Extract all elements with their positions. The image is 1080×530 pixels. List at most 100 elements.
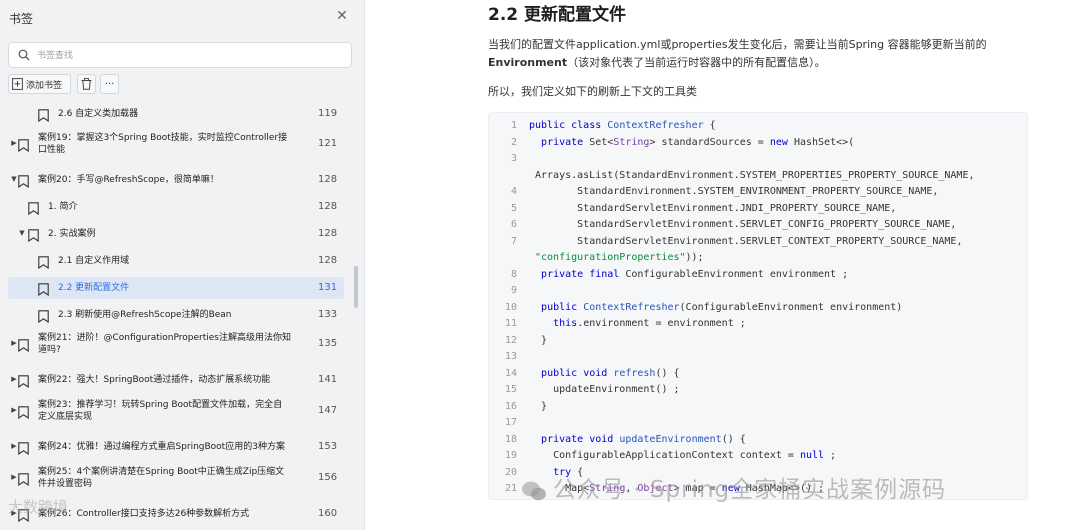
bookmark-item[interactable]: ▼ 案例20：手写@RefreshScope，很简单嘛！ 128 bbox=[8, 169, 344, 191]
bookmark-label-line: 口性能 bbox=[38, 145, 66, 155]
bookmark-page-number: 119 bbox=[318, 108, 338, 119]
bookmark-page-number: 128 bbox=[318, 228, 338, 239]
code-line-number: 20 bbox=[504, 466, 517, 478]
delete-bookmark-button[interactable] bbox=[77, 74, 96, 94]
bookmark-item[interactable]: ▶ 案例21：进阶！@ConfigurationProperties注解高级用法你… bbox=[8, 329, 344, 359]
bookmark-icon bbox=[18, 404, 29, 420]
bookmark-icon bbox=[18, 440, 29, 456]
bookmark-label: 案例20：手写@RefreshScope，很简单嘛！ bbox=[38, 175, 219, 185]
code-line: StandardEnvironment.SYSTEM_ENVIRONMENT_P… bbox=[529, 186, 939, 197]
chevron-down-icon[interactable]: ▼ bbox=[10, 175, 18, 183]
bookmark-item[interactable]: 2.2 更新配置文件 131 bbox=[8, 277, 344, 299]
bookmark-label-line: 件并设置密码 bbox=[38, 479, 93, 489]
bookmark-page-number: 141 bbox=[318, 374, 338, 385]
bookmark-item[interactable]: 1. 简介 128 bbox=[8, 196, 344, 218]
bookmark-item[interactable]: ▶ 案例24：优雅！通过编程方式重启SpringBoot应用的3种方案 153 bbox=[8, 436, 344, 458]
paragraph-line: Environment（该对象代表了当前运行时容器中的所有配置信息）。 bbox=[488, 54, 826, 70]
code-line-number: 1 bbox=[510, 120, 517, 131]
chevron-right-icon[interactable]: ▶ bbox=[10, 139, 18, 147]
bookmark-page-number: 147 bbox=[318, 405, 338, 416]
bookmark-label: 案例21：进阶！@ConfigurationProperties注解高级用法你知… bbox=[38, 332, 291, 356]
code-line: private void updateEnvironment() { bbox=[541, 433, 746, 445]
sidebar-scrollbar[interactable] bbox=[354, 266, 358, 308]
code-line-number: 12 bbox=[504, 334, 517, 346]
sidebar-title: 书签 bbox=[9, 12, 34, 26]
watermark-text: 公众号 · Spring全家桶实战案例源码 bbox=[553, 477, 947, 503]
document-page: 2.2 更新配置文件 当我们的配置文件application.yml或prope… bbox=[366, 0, 1080, 530]
trash-icon bbox=[81, 78, 92, 90]
code-line-number: 18 bbox=[504, 433, 517, 445]
watermark: 公众号 · Spring全家桶实战案例源码 bbox=[521, 470, 946, 504]
more-icon[interactable]: ··· bbox=[100, 74, 119, 94]
code-line: private final ConfigurableEnvironment en… bbox=[541, 268, 849, 280]
bookmark-label-line: 案例23：推荐学习！玩转Spring Boot配置文件加载，完全自 bbox=[38, 400, 283, 410]
code-line-number: 6 bbox=[510, 219, 517, 230]
bookmark-page-number: 128 bbox=[318, 174, 338, 185]
bookmark-label: 1. 简介 bbox=[48, 202, 78, 212]
chevron-right-icon[interactable]: ▶ bbox=[10, 406, 18, 414]
code-line-number: 11 bbox=[504, 318, 517, 329]
bookmark-search-box[interactable] bbox=[8, 42, 352, 68]
bookmark-icon bbox=[18, 173, 29, 189]
bookmark-add-icon bbox=[12, 78, 23, 90]
bookmark-icon bbox=[18, 471, 29, 487]
bookmark-icon bbox=[28, 227, 39, 243]
bookmark-label: 2.3 刷新使用@RefreshScope注解的Bean bbox=[58, 310, 232, 320]
bookmark-label-line: 道吗? bbox=[38, 345, 61, 355]
wechat-icon bbox=[522, 481, 546, 500]
bookmark-icon bbox=[38, 107, 49, 123]
bookmark-item[interactable]: ▼ 2. 实战案例 128 bbox=[8, 223, 344, 245]
bookmark-item[interactable]: ▶ 案例25：4个案例讲清楚在Spring Boot中正确生成Zip压缩文 件并设置… bbox=[8, 463, 344, 493]
paragraph-line: 当我们的配置文件application.yml或properties发生变化后，… bbox=[488, 38, 987, 51]
code-line: StandardServletEnvironment.JNDI_PROPERTY… bbox=[529, 202, 897, 214]
bold-term: Environment bbox=[488, 56, 568, 69]
code-line-number: 7 bbox=[510, 235, 517, 247]
bookmark-item[interactable]: 2.3 刷新使用@RefreshScope注解的Bean 133 bbox=[8, 304, 344, 326]
code-line-number: 19 bbox=[504, 450, 517, 461]
bookmark-page-number: 121 bbox=[318, 138, 338, 149]
bookmark-label: 案例22：强大！SpringBoot通过插件，动态扩展系统功能 bbox=[38, 375, 271, 385]
code-line-number: 8 bbox=[510, 268, 517, 280]
chevron-right-icon[interactable]: ▶ bbox=[10, 339, 18, 347]
bookmark-label: 2.2 更新配置文件 bbox=[58, 283, 130, 293]
bookmark-icon bbox=[38, 281, 49, 297]
code-line-number: 4 bbox=[510, 186, 517, 197]
chevron-right-icon[interactable]: ▶ bbox=[10, 473, 18, 481]
bookmark-item[interactable]: ▶ 案例19：掌握这3个Spring Boot技能，实时监控Controller接… bbox=[8, 129, 344, 159]
code-line-number: 10 bbox=[504, 301, 517, 313]
bookmark-label-line: 案例21：进阶！@ConfigurationProperties注解高级用法你知 bbox=[38, 333, 291, 343]
add-bookmark-label: 添加书签 bbox=[26, 80, 63, 91]
bookmark-label: 案例19：掌握这3个Spring Boot技能，实时监控Controller接口… bbox=[38, 132, 287, 156]
bookmark-item[interactable]: ▶ 案例22：强大！SpringBoot通过插件，动态扩展系统功能 141 bbox=[8, 369, 344, 391]
add-bookmark-button[interactable]: 添加书签 bbox=[8, 74, 71, 94]
bookmark-search-input[interactable] bbox=[37, 47, 337, 64]
paragraph: 所以，我们定义如下的刷新上下文的工具类 bbox=[488, 85, 697, 98]
bookmark-item[interactable]: 2.6 自定义类加载器 119 bbox=[8, 103, 344, 125]
code-line: public void refresh() { bbox=[541, 367, 680, 379]
code-line: updateEnvironment() ; bbox=[529, 384, 680, 395]
close-icon[interactable]: ✕ bbox=[332, 6, 352, 26]
chevron-down-icon[interactable]: ▼ bbox=[18, 229, 26, 237]
bookmark-page-number: 128 bbox=[318, 255, 338, 266]
bookmark-icon bbox=[18, 137, 29, 153]
bookmark-list: 2.6 自定义类加载器 119 ▶ 案例19：掌握这3个Spring Boot技能，实… bbox=[0, 98, 350, 530]
code-line-number: 15 bbox=[504, 384, 517, 395]
code-line-number: 17 bbox=[504, 417, 517, 428]
chevron-right-icon[interactable]: ▶ bbox=[10, 442, 18, 450]
bookmark-item[interactable]: ▶ 案例23：推荐学习！玩转Spring Boot配置文件加载，完全自 定义底层实现… bbox=[8, 396, 344, 426]
code-line-number: 3 bbox=[510, 153, 517, 164]
code-block: 1 public class ContextRefresher {2 privat… bbox=[488, 112, 1028, 500]
code-line: StandardServletEnvironment.SERVLET_CONTE… bbox=[529, 235, 963, 247]
bookmark-item[interactable]: 2.1 自定义作用域 128 bbox=[8, 250, 344, 272]
bookmark-page-number: 160 bbox=[318, 508, 338, 519]
search-icon bbox=[18, 49, 30, 61]
section-heading: 2.2 更新配置文件 bbox=[488, 5, 627, 25]
code-line: ConfigurableApplicationContext context =… bbox=[529, 450, 837, 461]
code-line-number: 14 bbox=[504, 367, 517, 379]
bookmark-label-line: 定义底层实现 bbox=[38, 412, 93, 422]
bookmark-page-number: 128 bbox=[318, 201, 338, 212]
bookmark-label: 案例24：优雅！通过编程方式重启SpringBoot应用的3种方案 bbox=[38, 442, 285, 452]
chevron-right-icon[interactable]: ▶ bbox=[10, 375, 18, 383]
code-line: Arrays.asList(StandardEnvironment.SYSTEM… bbox=[535, 169, 975, 181]
bookmark-page-number: 133 bbox=[318, 309, 338, 320]
